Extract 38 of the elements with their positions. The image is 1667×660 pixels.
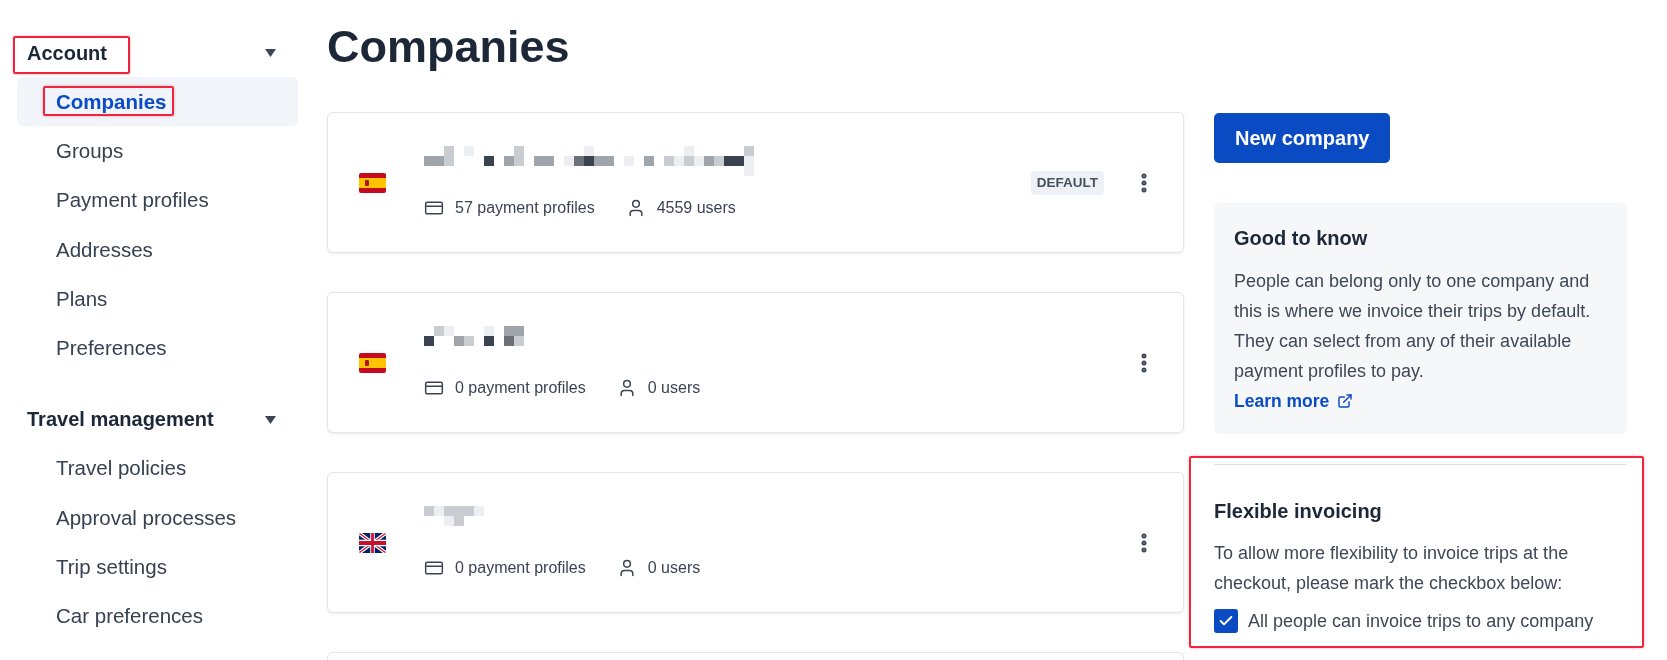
info-text: People can belong only to one company and this is where we invoice their trips by default. They can select from any of their available payment profiles to pay. [1234,270,1592,383]
users-count: 0 users [647,559,701,577]
sidebar-item[interactable]: Travel policies [17,443,298,494]
sidebar-item[interactable]: Addresses [17,224,298,275]
external-link-icon [1337,393,1354,409]
sidebar-item[interactable]: Plans [17,274,298,324]
learn-more-link[interactable]: Learn more [1234,390,1354,412]
credit-card-icon [424,198,444,218]
checkbox-label[interactable]: All people can invoice trips to any company [1248,610,1594,632]
sidebar-item[interactable]: Trip settings [17,542,298,592]
company-card[interactable]: 57 payment profiles 4559 users DEFAULT [327,112,1184,253]
users-count: 0 users [647,379,701,397]
info-title: Good to know [1234,226,1369,251]
sidebar-item[interactable]: Groups [17,126,298,176]
new-company-button[interactable]: New company [1214,113,1391,163]
credit-card-icon [424,558,444,578]
sidebar-group-header[interactable]: Account [17,33,298,73]
checkbox[interactable] [1214,609,1238,633]
sidebar-item[interactable]: Payment profiles [17,175,298,225]
sidebar-item[interactable]: Preferences [17,323,298,373]
uk-flag-icon [359,532,386,553]
sidebar-item[interactable]: Approval processes [17,493,298,543]
payment-profiles-count: 0 payment profiles [455,559,586,577]
sidebar-item[interactable]: Car preferences [17,591,298,641]
users-count: 4559 users [656,199,736,217]
default-badge: DEFAULT [1030,170,1104,195]
spain-flag-icon [359,172,386,193]
section-text: To allow more flexibility to invoice trips at the checkout, please mark the checkbox below: [1214,542,1570,595]
payment-profiles-count: 57 payment profiles [455,199,595,217]
credit-card-icon [424,378,444,398]
sidebar-item[interactable]: Companies [17,77,298,127]
spain-flag-icon [359,352,386,373]
payment-profiles-count: 0 payment profiles [455,379,586,397]
sidebar-group-header[interactable]: Travel management [17,399,298,440]
page-title: Companies [327,20,571,74]
company-card[interactable]: 0 payment profiles 0 users [327,472,1184,613]
company-card[interactable]: 0 payment profiles 0 users [327,292,1184,433]
section-title: Flexible invoicing [1214,499,1383,524]
